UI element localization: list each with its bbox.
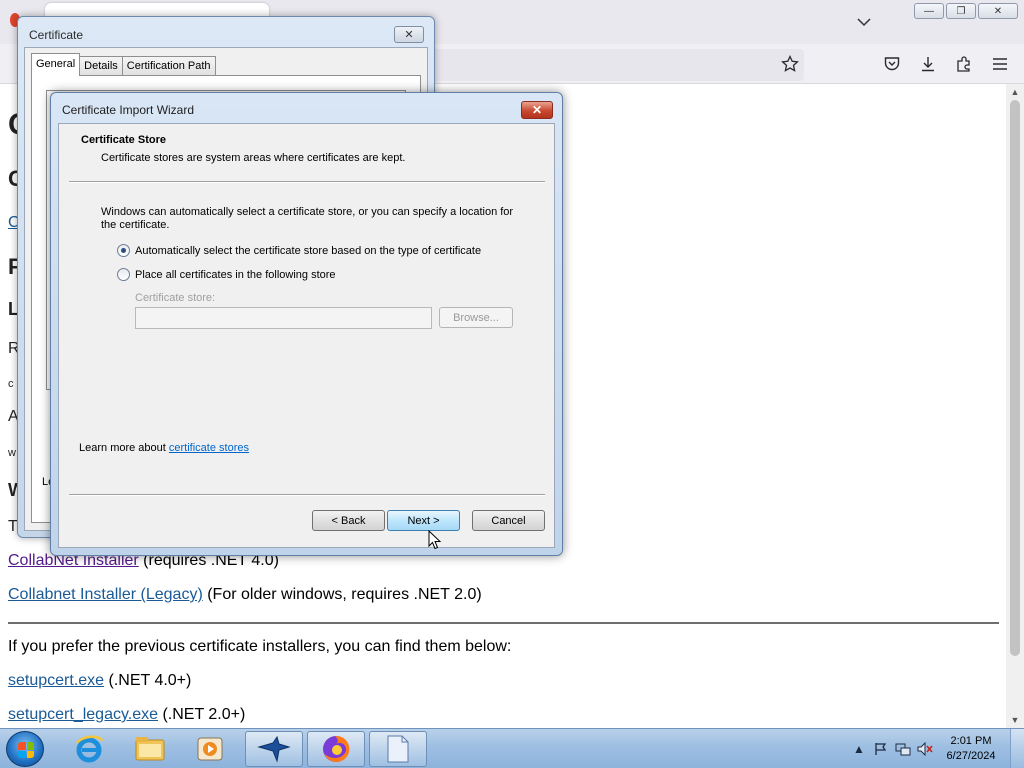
media-player-icon[interactable] bbox=[182, 731, 240, 767]
learn-more-text: Learn more about certificate stores bbox=[79, 442, 249, 454]
scroll-up-arrow-icon[interactable]: ▲ bbox=[1006, 84, 1024, 100]
url-bar[interactable] bbox=[430, 49, 804, 81]
wizard-step-title: Certificate Store bbox=[81, 134, 166, 146]
certificate-stores-link[interactable]: certificate stores bbox=[169, 442, 249, 454]
firefox-icon[interactable] bbox=[307, 731, 365, 767]
internet-explorer-icon[interactable] bbox=[60, 731, 118, 767]
system-tray: ▲ 2:01 PM 6/27/2024 bbox=[850, 729, 1024, 768]
setupcert-note: (.NET 4.0+) bbox=[104, 672, 192, 689]
setupcert-legacy-link[interactable]: setupcert_legacy.exe bbox=[8, 706, 158, 723]
next-button[interactable]: Next > bbox=[387, 510, 460, 531]
setupcert-legacy-line: setupcert_legacy.exe (.NET 2.0+) bbox=[8, 706, 245, 724]
scroll-down-arrow-icon[interactable]: ▼ bbox=[1006, 712, 1024, 728]
certificate-import-wizard: Certificate Import Wizard ✕ Certificate … bbox=[50, 92, 563, 556]
text-fragment: c bbox=[8, 378, 14, 390]
menu-icon[interactable] bbox=[990, 54, 1010, 74]
legacy-installer-line: Collabnet Installer (Legacy) (For older … bbox=[8, 586, 482, 604]
wizard-body: Certificate Store Certificate stores are… bbox=[58, 123, 555, 548]
action-center-flag-icon[interactable] bbox=[872, 740, 890, 758]
pocket-icon[interactable] bbox=[882, 54, 902, 74]
setupcert-line: setupcert.exe (.NET 4.0+) bbox=[8, 672, 191, 690]
window-close-button[interactable]: ✕ bbox=[978, 3, 1018, 19]
mouse-cursor-icon bbox=[428, 530, 442, 550]
clock-date: 6/27/2024 bbox=[946, 750, 996, 762]
wizard-header: Certificate Store Certificate stores are… bbox=[59, 124, 554, 182]
tab-details[interactable]: Details bbox=[79, 56, 123, 76]
collabnet-legacy-installer-link[interactable]: Collabnet Installer (Legacy) bbox=[8, 586, 203, 603]
certificate-dialog-title: Certificate bbox=[29, 28, 84, 42]
tab-certification-path[interactable]: Certification Path bbox=[121, 56, 216, 76]
back-button[interactable]: < Back bbox=[312, 510, 385, 531]
learn-more-prefix: Learn more about bbox=[79, 442, 169, 454]
radio-place-store[interactable] bbox=[117, 268, 130, 281]
clock-time: 2:01 PM bbox=[950, 735, 992, 747]
wizard-title: Certificate Import Wizard bbox=[62, 103, 195, 117]
restore-button[interactable]: ❐ bbox=[946, 3, 976, 19]
footer-separator bbox=[69, 494, 545, 496]
horizontal-rule bbox=[8, 622, 999, 624]
file-explorer-icon[interactable] bbox=[121, 731, 179, 767]
windows-taskbar: ▲ 2:01 PM 6/27/2024 bbox=[0, 728, 1024, 768]
minimize-button[interactable]: — bbox=[914, 3, 944, 19]
cancel-button[interactable]: Cancel bbox=[472, 510, 545, 531]
radio-auto-select[interactable] bbox=[117, 244, 130, 257]
bird-app-icon[interactable] bbox=[245, 731, 303, 767]
radio-place-store-row[interactable]: Place all certificates in the following … bbox=[117, 268, 336, 281]
tab-general[interactable]: General bbox=[31, 53, 81, 76]
setupcert-link[interactable]: setupcert.exe bbox=[8, 672, 104, 689]
legacy-installer-note: (For older windows, requires .NET 2.0) bbox=[202, 586, 482, 603]
show-desktop-button[interactable] bbox=[1010, 729, 1024, 768]
wizard-step-subtitle: Certificate stores are system areas wher… bbox=[101, 152, 406, 164]
radio-auto-select-label[interactable]: Automatically select the certificate sto… bbox=[135, 245, 481, 257]
network-icon[interactable] bbox=[894, 740, 912, 758]
certificate-store-label: Certificate store: bbox=[135, 292, 216, 304]
tab-list-button[interactable] bbox=[852, 10, 876, 34]
text-fragment: w bbox=[8, 447, 16, 459]
downloads-icon[interactable] bbox=[918, 54, 938, 74]
system-clock[interactable]: 2:01 PM 6/27/2024 bbox=[938, 734, 1004, 764]
radio-place-store-label[interactable]: Place all certificates in the following … bbox=[135, 269, 336, 281]
browse-button: Browse... bbox=[439, 307, 513, 328]
certificate-store-field bbox=[135, 307, 432, 329]
page-scrollbar[interactable]: ▲ ▼ bbox=[1006, 84, 1024, 728]
certificate-dialog-close-button[interactable]: ✕ bbox=[394, 26, 424, 43]
previous-installers-text: If you prefer the previous certificate i… bbox=[8, 638, 512, 655]
notepad-icon[interactable] bbox=[369, 731, 427, 767]
show-hidden-icons-icon[interactable]: ▲ bbox=[850, 740, 868, 758]
bookmark-star-icon[interactable] bbox=[780, 54, 800, 74]
windows-logo-icon bbox=[18, 742, 34, 758]
setupcert-legacy-note: (.NET 2.0+) bbox=[158, 706, 246, 723]
header-separator bbox=[69, 181, 545, 183]
certificate-tabs: General Details Certification Path bbox=[31, 53, 216, 76]
chevron-down-icon bbox=[857, 18, 871, 27]
extensions-icon[interactable] bbox=[954, 54, 974, 74]
radio-auto-select-row[interactable]: Automatically select the certificate sto… bbox=[117, 244, 481, 257]
scroll-thumb[interactable] bbox=[1010, 100, 1020, 656]
wizard-close-button[interactable]: ✕ bbox=[521, 101, 553, 119]
wizard-description: Windows can automatically select a certi… bbox=[101, 206, 514, 231]
start-button[interactable] bbox=[6, 731, 44, 767]
volume-muted-icon[interactable] bbox=[916, 740, 934, 758]
